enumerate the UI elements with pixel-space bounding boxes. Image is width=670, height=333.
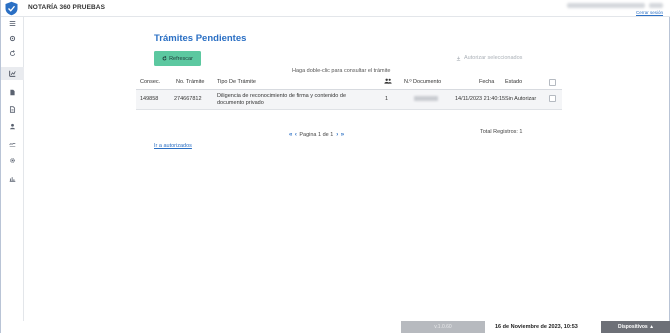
cell-no-tramite: 274667812 [174, 96, 202, 102]
user-icon [10, 123, 15, 130]
shield-logo-icon [5, 1, 18, 16]
page-indicator: Pagina 1 de 1 [299, 132, 334, 138]
main-content: Trámites Pendientes Refrescar Autorizar … [24, 17, 670, 321]
sidebar [1, 17, 24, 333]
header-tipo: Tipo De Trámite [217, 79, 256, 85]
devices-button[interactable]: Dispositivos ▲ [601, 321, 670, 333]
next-page-button[interactable]: › [336, 132, 338, 138]
top-bar: NOTARÍA 360 PRUEBAS Cerrar sesión [1, 0, 670, 17]
table-row[interactable]: 149858 274667812 Diligencia de reconocim… [136, 90, 562, 110]
cell-tipo: Diligencia de reconocimiento de firma y … [217, 93, 347, 106]
total-records: Total Registros: 1 [480, 129, 523, 135]
download-icon [456, 56, 461, 61]
people-icon [384, 78, 392, 84]
header-documento: N.º Documento [404, 79, 442, 85]
header-no-tramite: No. Trámite [176, 79, 205, 85]
sidebar-item-signatures[interactable] [1, 137, 24, 150]
pending-table: Consec. No. Trámite Tipo De Trámite N.º … [136, 74, 562, 110]
report-icon [9, 177, 16, 182]
cell-consec: 149858 [140, 96, 159, 102]
sidebar-item-refresh[interactable] [1, 47, 24, 60]
refresh-label: Refrescar [169, 55, 193, 62]
row-checkbox[interactable] [549, 95, 556, 102]
logout-link[interactable]: Cerrar sesión [636, 10, 663, 15]
document-icon [10, 89, 15, 96]
refresh-icon [9, 50, 16, 57]
file-icon [9, 106, 16, 113]
settings-icon [10, 158, 15, 163]
user-role-redacted [649, 3, 663, 8]
cell-estado: Sin Autorizar [505, 96, 537, 102]
sidebar-item-files[interactable] [1, 103, 24, 116]
user-name-redacted [567, 3, 645, 8]
header-fecha: Fecha [479, 79, 495, 85]
refresh-icon [162, 56, 167, 61]
sidebar-item-documents[interactable] [1, 86, 24, 99]
cell-documento-redacted [414, 96, 438, 101]
app-title: NOTARÍA 360 PRUEBAS [28, 4, 106, 11]
select-all-checkbox[interactable] [549, 79, 556, 86]
sidebar-item-users[interactable] [1, 120, 24, 133]
app-window: NOTARÍA 360 PRUEBAS Cerrar sesión Trámit… [0, 0, 670, 333]
header-consec: Consec. [140, 79, 161, 85]
page-title: Trámites Pendientes [154, 33, 247, 44]
chart-icon [9, 70, 16, 77]
header-estado: Estado [505, 79, 523, 85]
sidebar-item-config[interactable] [1, 154, 24, 167]
authorize-selected-button[interactable]: Autorizar seleccionados [456, 55, 522, 61]
version-label: v.1.0.60 [401, 321, 485, 333]
last-page-button[interactable]: » [341, 132, 344, 138]
sidebar-item-settings[interactable] [1, 32, 24, 45]
sidebar-item-pending[interactable] [1, 67, 24, 80]
cell-fecha: 14/11/2023 21:40:15 [455, 96, 506, 102]
authorize-selected-label: Autorizar seleccionados [464, 55, 523, 61]
footer: v.1.0.60 16 de Noviembre de 2023, 10:53 … [1, 321, 670, 333]
gear-icon [9, 35, 16, 42]
signature-icon [9, 143, 16, 147]
menu-icon [9, 20, 16, 27]
first-page-button[interactable]: « [289, 132, 292, 138]
table-header: Consec. No. Trámite Tipo De Trámite N.º … [136, 74, 562, 90]
refresh-button[interactable]: Refrescar [154, 51, 201, 66]
prev-page-button[interactable]: ‹ [295, 132, 297, 138]
footer-date: 16 de Noviembre de 2023, 10:53 [495, 324, 578, 330]
go-to-authorized-link[interactable]: Ir a autorizados [154, 143, 192, 149]
sidebar-item-reports[interactable] [1, 172, 24, 185]
pagination: « ‹ Pagina 1 de 1 › » [289, 132, 344, 138]
cell-personas: 1 [385, 96, 389, 102]
sidebar-menu-button[interactable] [1, 17, 24, 30]
